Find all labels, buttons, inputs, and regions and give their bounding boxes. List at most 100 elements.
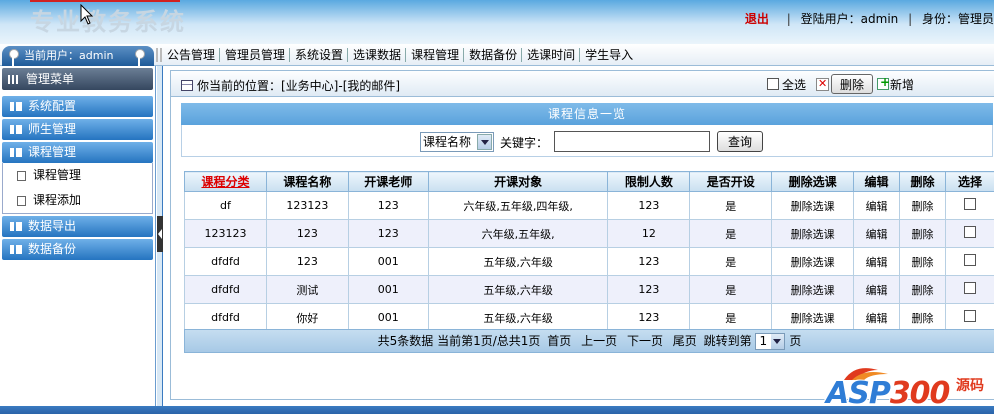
current-user: admin bbox=[79, 49, 114, 62]
logout-link[interactable]: 退出 bbox=[745, 12, 769, 26]
logo-text: 专业教务系统 bbox=[30, 7, 186, 36]
delete-link[interactable]: 删除 bbox=[899, 219, 946, 248]
sidebar-sub-list: 课程管理 课程添加 bbox=[2, 163, 153, 214]
category-select-value: 课程名称 bbox=[423, 135, 472, 149]
sidebar-group-label: 数据备份 bbox=[28, 242, 77, 256]
table-row: df 123123 123 六年级,五年级,四年级, 123 是 删除选课 编辑… bbox=[184, 191, 994, 220]
first-page-link[interactable]: 首页 bbox=[547, 334, 571, 348]
cell-select bbox=[944, 219, 994, 248]
category-select[interactable]: 课程名称 bbox=[420, 132, 494, 152]
cell-select bbox=[944, 303, 994, 332]
sidebar-item-label: 课程添加 bbox=[33, 193, 82, 207]
page-select[interactable]: 1 bbox=[755, 333, 786, 350]
cell-target: 六年级,五年级, bbox=[427, 219, 609, 248]
logo: 专业教务系统 bbox=[30, 2, 186, 37]
cell-teacher: 123 bbox=[347, 219, 429, 248]
row-checkbox[interactable] bbox=[963, 198, 976, 210]
nav-item-backup[interactable]: 数据备份 bbox=[463, 48, 521, 62]
pin-icon bbox=[134, 49, 145, 66]
table-row: dfdfd 123 001 五年级,六年级 123 是 删除选课 编辑 删除 bbox=[184, 247, 994, 276]
nav-item-enrollment-time[interactable]: 选课时间 bbox=[521, 48, 579, 62]
nav-item-courses[interactable]: 课程管理 bbox=[405, 48, 463, 62]
watermark-brand: ASP300 bbox=[826, 376, 951, 411]
cell-target: 五年级,六年级 bbox=[427, 275, 609, 304]
cell-select bbox=[944, 247, 994, 276]
delete-link[interactable]: 删除 bbox=[899, 247, 946, 276]
delete-button[interactable]: 删除 bbox=[831, 74, 874, 94]
document-icon bbox=[17, 196, 26, 206]
cell-category: dfdfd bbox=[184, 247, 267, 276]
toolbar: 你当前的位置：[业务中心]-[我的邮件] 全选 删除 新增 bbox=[171, 71, 994, 97]
row-checkbox[interactable] bbox=[963, 254, 976, 266]
separator: | bbox=[908, 12, 913, 26]
sidebar-group-data-export[interactable]: 数据导出 bbox=[2, 216, 153, 237]
top-nav: 当前用户：admin 公告管理 管理员管理 系统设置 选课数据 课程管理 数据备… bbox=[0, 44, 994, 66]
cell-open: 是 bbox=[689, 275, 773, 304]
remove-enroll-link[interactable]: 删除选课 bbox=[771, 247, 855, 276]
cell-select bbox=[944, 275, 994, 304]
nav-item-announcements[interactable]: 公告管理 bbox=[156, 48, 219, 62]
delete-link[interactable]: 删除 bbox=[899, 303, 946, 332]
edit-link[interactable]: 编辑 bbox=[853, 191, 901, 220]
select-all-checkbox[interactable] bbox=[767, 78, 779, 90]
nav-item-student-import[interactable]: 学生导入 bbox=[579, 48, 637, 62]
edit-link[interactable]: 编辑 bbox=[853, 303, 901, 332]
row-checkbox[interactable] bbox=[963, 282, 976, 294]
collapse-arrow-icon[interactable] bbox=[157, 216, 163, 252]
nav-menu: 公告管理 管理员管理 系统设置 选课数据 课程管理 数据备份 选课时间 学生导入 bbox=[156, 44, 637, 66]
next-page-link[interactable]: 下一页 bbox=[627, 334, 663, 348]
chevron-down-icon[interactable] bbox=[477, 134, 492, 150]
remove-enroll-link[interactable]: 删除选课 bbox=[771, 275, 855, 304]
nav-item-admins[interactable]: 管理员管理 bbox=[219, 48, 289, 62]
delete-icon bbox=[816, 77, 830, 91]
sidebar-group-courses[interactable]: 课程管理 bbox=[2, 142, 153, 163]
sidebar-title-text: 管理菜单 bbox=[26, 72, 75, 86]
nav-item-settings[interactable]: 系统设置 bbox=[289, 48, 347, 62]
prev-page-link[interactable]: 上一页 bbox=[581, 334, 617, 348]
add-icon[interactable] bbox=[877, 75, 890, 90]
col-header-teacher: 开课老师 bbox=[347, 171, 429, 192]
mouse-cursor-icon bbox=[80, 4, 94, 25]
sidebar-group-teachers-students[interactable]: 师生管理 bbox=[2, 119, 153, 140]
pager-summary: 共5条数据 当前第1页/总共1页 bbox=[377, 334, 541, 348]
remove-enroll-link[interactable]: 删除选课 bbox=[771, 303, 855, 332]
sidebar-item-course-add[interactable]: 课程添加 bbox=[3, 188, 152, 213]
col-header-edit: 编辑 bbox=[853, 171, 901, 192]
edit-link[interactable]: 编辑 bbox=[853, 247, 901, 276]
watermark-brand-a: ASP bbox=[826, 376, 891, 411]
cell-course-name: 测试 bbox=[265, 275, 349, 304]
remove-enroll-link[interactable]: 删除选课 bbox=[771, 191, 855, 220]
watermark-logo: ASP300 源码 bbox=[822, 362, 994, 414]
keyword-input[interactable] bbox=[554, 131, 710, 152]
last-page-link[interactable]: 尾页 bbox=[673, 334, 697, 348]
query-button[interactable]: 查询 bbox=[717, 131, 763, 152]
remove-enroll-link[interactable]: 删除选课 bbox=[771, 219, 855, 248]
login-user-label: 登陆用户： bbox=[800, 12, 861, 26]
sidebar-group-label: 系统配置 bbox=[28, 99, 77, 113]
sidebar-group-system-config[interactable]: 系统配置 bbox=[2, 96, 153, 117]
cell-category: dfdfd bbox=[184, 303, 267, 332]
table-row: dfdfd 你好 001 五年级,六年级 123 是 删除选课 编辑 删除 bbox=[184, 303, 994, 332]
add-link[interactable]: 新增 bbox=[890, 76, 914, 93]
edit-link[interactable]: 编辑 bbox=[853, 219, 901, 248]
cell-course-name: 123 bbox=[265, 247, 349, 276]
watermark-brand-b: 300 bbox=[889, 376, 951, 411]
delete-link[interactable]: 删除 bbox=[899, 275, 946, 304]
nav-item-enrollment-data[interactable]: 选课数据 bbox=[347, 48, 405, 62]
page-select-value: 1 bbox=[759, 334, 768, 348]
row-checkbox[interactable] bbox=[963, 310, 976, 322]
cell-limit: 12 bbox=[607, 219, 691, 248]
col-header-category[interactable]: 课程分类 bbox=[184, 171, 267, 192]
row-checkbox[interactable] bbox=[963, 226, 976, 238]
delete-link[interactable]: 删除 bbox=[899, 191, 946, 220]
cell-limit: 123 bbox=[607, 247, 691, 276]
sidebar-item-course-manage[interactable]: 课程管理 bbox=[3, 163, 152, 188]
edit-link[interactable]: 编辑 bbox=[853, 275, 901, 304]
cell-open: 是 bbox=[689, 219, 773, 248]
chevron-down-icon[interactable] bbox=[771, 334, 785, 349]
cell-select bbox=[944, 191, 994, 220]
sidebar-group-data-backup[interactable]: 数据备份 bbox=[2, 239, 153, 260]
sidebar-splitter[interactable] bbox=[157, 66, 163, 414]
cell-target: 五年级,六年级 bbox=[427, 303, 609, 332]
role-label: 身份： bbox=[921, 12, 958, 26]
